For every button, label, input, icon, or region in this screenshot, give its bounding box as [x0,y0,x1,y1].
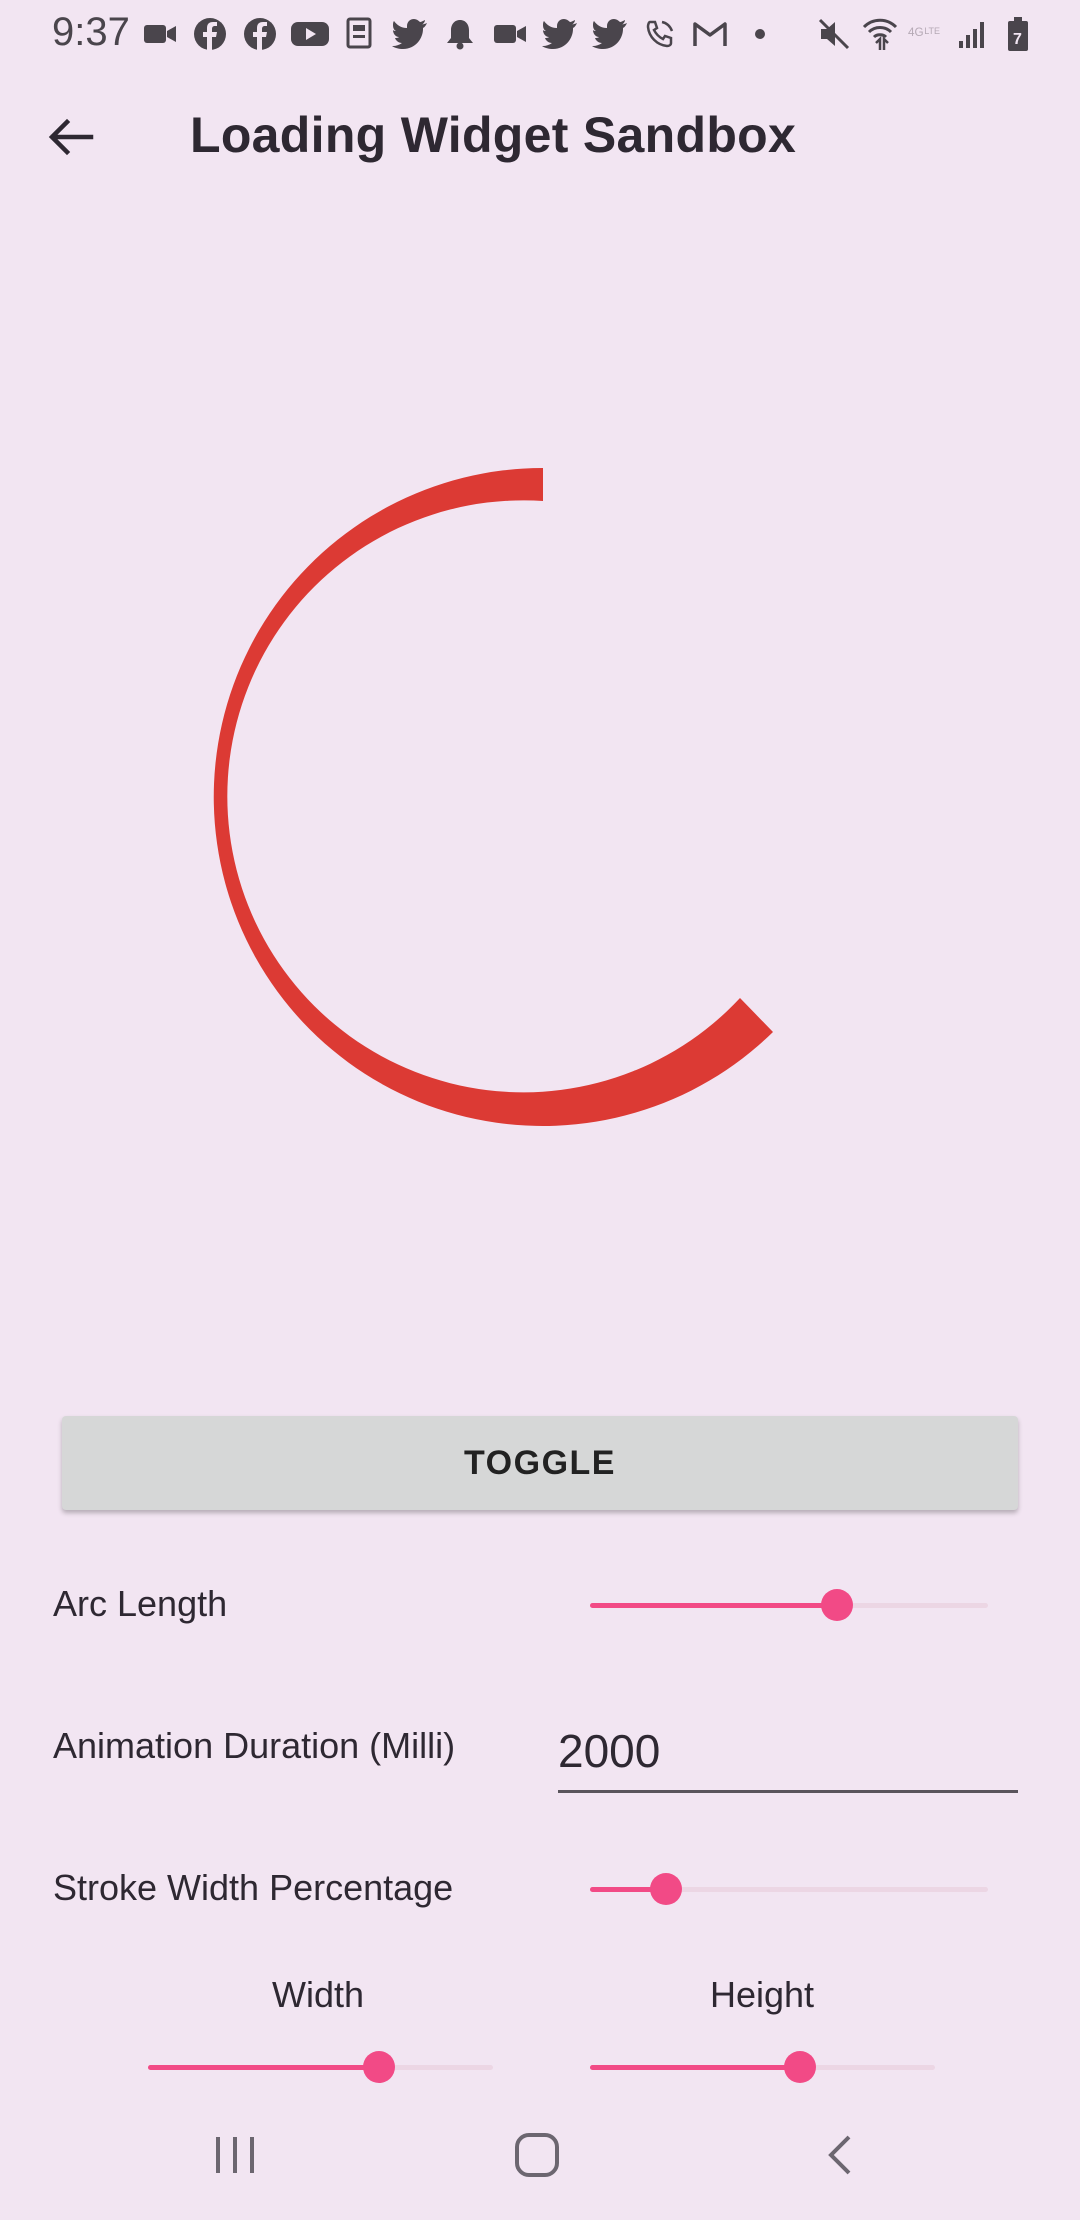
animation-duration-field[interactable] [558,1712,1018,1793]
youtube-icon [290,14,330,54]
width-label: Width [271,1974,365,2015]
twitter-icon [590,14,630,54]
recents-icon [216,2137,254,2173]
mute-icon [816,14,852,54]
recents-button[interactable] [185,2120,285,2190]
width-slider[interactable] [148,2047,493,2087]
slider-thumb[interactable] [649,1873,682,1905]
dot-icon [740,14,780,54]
slider-fill [590,2065,801,2070]
arrow-left-icon [48,118,94,156]
navigation-bar [0,2100,1080,2220]
loading-arc-stroke [213,467,773,1126]
nav-back-button[interactable] [790,2120,890,2190]
slider-fill [590,1603,837,1608]
home-icon [515,2133,559,2177]
animation-duration-input[interactable] [558,1712,1018,1790]
stroke-width-slider[interactable] [590,1869,988,1909]
svg-text:7: 7 [1013,31,1022,48]
video-icon [140,14,180,54]
battery-icon: 7 [1000,14,1036,54]
twitter-icon [390,14,430,54]
slider-thumb[interactable] [820,1589,853,1621]
back-button[interactable] [36,102,106,172]
loading-widget [0,400,1080,1200]
bell-icon [440,14,480,54]
toggle-button[interactable]: TOGGLE [62,1416,1018,1510]
arc-length-label: Arc Length [53,1583,228,1624]
chevron-left-icon [828,2135,851,2175]
lte-icon: 4G LTE [908,14,944,54]
system-icons: 4G LTE 7 [816,14,1036,54]
wifi-call-icon [640,14,680,54]
stroke-width-label: Stroke Width Percentage [53,1867,454,1908]
twitter-icon [540,14,580,54]
app-bar: Loading Widget Sandbox [0,66,1080,206]
slider-thumb[interactable] [363,2051,396,2083]
facebook-icon [240,14,280,54]
page-title: Loading Widget Sandbox [190,107,797,163]
facebook-icon [190,14,230,54]
slider-fill [148,2065,380,2070]
loading-arc [213,467,773,1126]
signal-icon [954,14,990,54]
slider-thumb[interactable] [784,2051,817,2083]
wifi-icon [862,14,898,54]
height-label: Height [709,1974,815,2015]
height-slider[interactable] [590,2047,935,2087]
status-time: 9:37 [52,10,130,54]
video-icon [490,14,530,54]
arc-length-slider[interactable] [590,1585,988,1625]
status-bar: 9:37 4G LTE 7 [0,0,1080,66]
notification-icons [140,14,780,54]
svg-text:4G: 4G [908,26,924,39]
animation-duration-label: Animation Duration (Milli) [53,1725,456,1766]
gmail-icon [690,14,730,54]
news-icon [340,14,380,54]
home-button[interactable] [487,2120,587,2190]
svg-text:LTE: LTE [924,26,940,36]
